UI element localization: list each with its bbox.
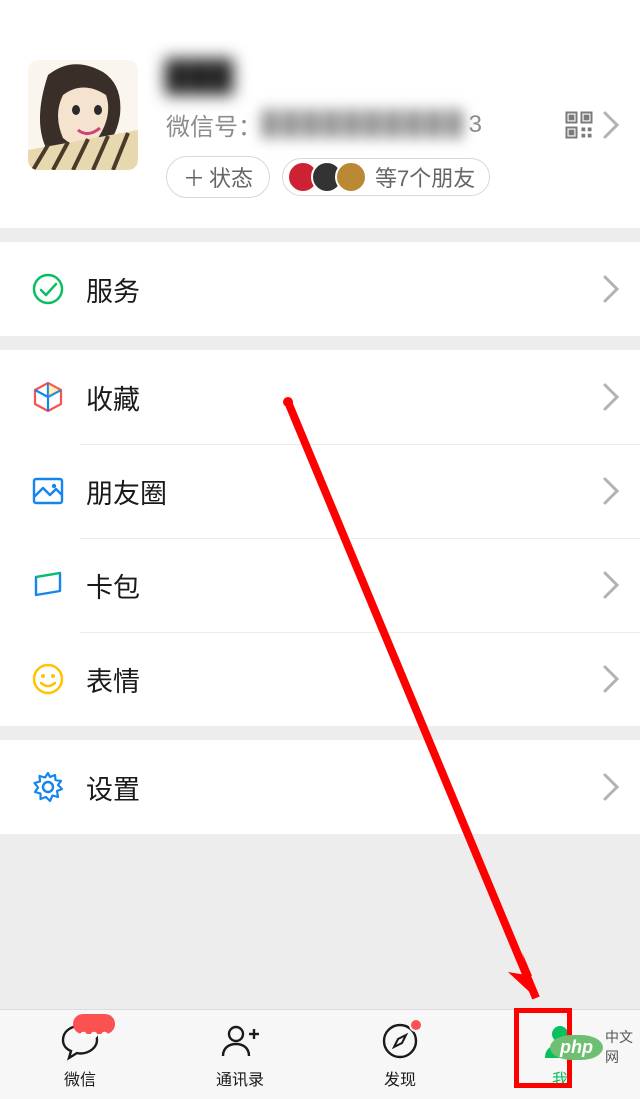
row-services-label: 服务	[86, 270, 602, 309]
section-settings: 设置	[0, 740, 640, 834]
stickers-icon	[28, 659, 68, 699]
tab-discover[interactable]: 发现	[320, 1010, 480, 1099]
settings-icon	[28, 767, 68, 807]
row-services[interactable]: 服务	[0, 242, 640, 336]
services-icon	[28, 269, 68, 309]
chevron-right-icon	[602, 664, 620, 694]
friends-suffix: 等7个朋友	[375, 161, 475, 193]
contacts-icon	[219, 1020, 261, 1062]
wxid-label: 微信号：	[166, 107, 262, 142]
chevron-right-icon	[602, 476, 620, 506]
wxid-row[interactable]: 微信号： ▉▉▉▉▉▉▉▉▉▉ 3	[166, 107, 620, 142]
watermark-php-logo: php	[550, 1035, 603, 1060]
tab-contacts-label: 通讯录	[216, 1066, 264, 1090]
avatar-image	[28, 60, 138, 170]
section-main: 收藏 朋友圈 卡包 表情	[0, 350, 640, 726]
watermark-php: php 中文网	[550, 1027, 640, 1067]
profile-card[interactable]: ▉▉▉ 微信号： ▉▉▉▉▉▉▉▉▉▉ 3	[0, 0, 640, 228]
row-moments-label: 朋友圈	[86, 472, 602, 511]
chat-icon	[59, 1020, 101, 1062]
moments-icon	[28, 471, 68, 511]
row-settings-label: 设置	[86, 768, 602, 807]
friends-status-pill[interactable]: 等7个朋友	[282, 158, 490, 196]
cards-icon	[28, 565, 68, 605]
chevron-right-icon	[602, 274, 620, 304]
tab-me-label: 我	[552, 1066, 568, 1090]
discover-icon	[379, 1020, 421, 1062]
favorites-icon	[28, 377, 68, 417]
wxid-tail: 3	[469, 111, 482, 139]
row-favorites[interactable]: 收藏	[0, 350, 640, 444]
profile-nickname: ▉▉▉	[166, 60, 620, 95]
row-moments[interactable]: 朋友圈	[0, 444, 640, 538]
row-stickers[interactable]: 表情	[0, 632, 640, 726]
section-services: 服务	[0, 242, 640, 336]
chevron-right-icon	[602, 110, 620, 140]
tab-discover-label: 发现	[384, 1066, 416, 1090]
tab-chats[interactable]: 微信	[0, 1010, 160, 1099]
row-favorites-label: 收藏	[86, 378, 602, 417]
status-button[interactable]: ＋ 状态	[166, 156, 270, 198]
row-settings[interactable]: 设置	[0, 740, 640, 834]
wxid-value: ▉▉▉▉▉▉▉▉▉▉	[262, 110, 467, 139]
chevron-right-icon	[602, 772, 620, 802]
chats-badge	[73, 1014, 115, 1034]
plus-icon: ＋	[183, 161, 205, 193]
chevron-right-icon	[602, 570, 620, 600]
qr-code-icon[interactable]	[564, 110, 594, 140]
status-button-label: 状态	[209, 161, 253, 193]
status-row: ＋ 状态 等7个朋友	[166, 156, 620, 198]
profile-info: ▉▉▉ 微信号： ▉▉▉▉▉▉▉▉▉▉ 3	[138, 60, 620, 198]
watermark-php-text: 中文网	[605, 1027, 640, 1067]
tab-chats-label: 微信	[64, 1066, 96, 1090]
tab-contacts[interactable]: 通讯录	[160, 1010, 320, 1099]
chevron-right-icon	[602, 382, 620, 412]
row-stickers-label: 表情	[86, 660, 602, 699]
friend-avatars	[287, 161, 367, 193]
row-cards-label: 卡包	[86, 566, 602, 605]
avatar[interactable]	[28, 60, 138, 170]
tab-bar: 微信 通讯录 发现 我	[0, 1009, 640, 1099]
discover-badge-dot	[409, 1018, 423, 1032]
row-cards[interactable]: 卡包	[0, 538, 640, 632]
